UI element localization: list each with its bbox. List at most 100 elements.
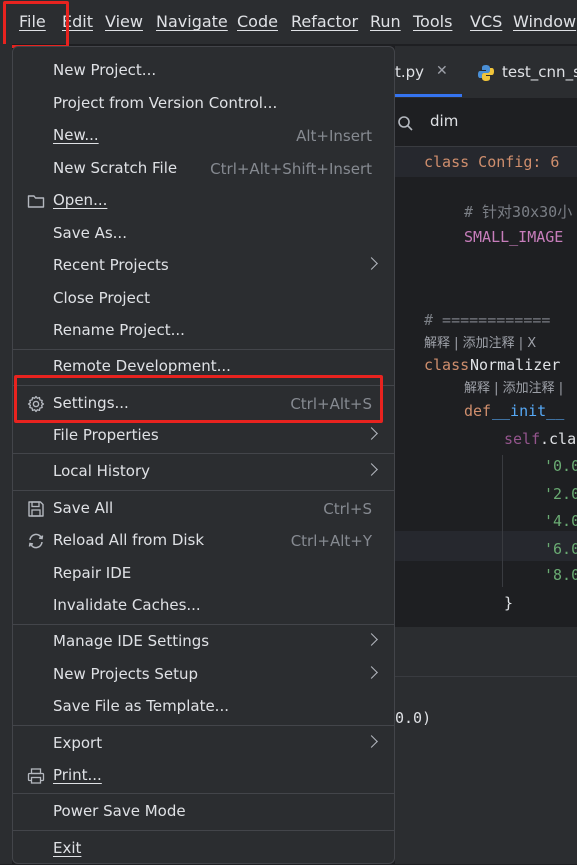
chevron-right-icon [365,463,378,476]
code-separator-comment: # ============ [424,311,551,329]
menu-item-label: Save All [53,499,114,517]
menu-item-label: Invalidate Caches... [53,596,201,614]
editor-tab[interactable]: t.py [395,63,424,81]
menu-refactor[interactable]: Refactor [291,12,358,31]
code-string: '6.0 [544,540,577,558]
code-class-name: Normalizer [470,356,561,374]
menu-item-local-history[interactable]: Local History [13,456,394,488]
menu-item-label: Recent Projects [53,256,169,274]
menu-view[interactable]: View [105,12,143,31]
menu-item-label: New Project... [53,61,157,79]
menu-item-power-save-mode[interactable]: Power Save Mode [13,796,394,828]
ai-hint[interactable]: 解释 | 添加注释 | X [424,332,536,351]
menu-item-label: Power Save Mode [53,802,186,820]
menu-separator [13,793,394,794]
menu-item-reload-from-disk[interactable]: Reload All from Disk Ctrl+Alt+Y [13,525,394,557]
code-keyword: class [424,356,470,374]
menu-item-from-vcs[interactable]: Project from Version Control... [13,88,394,120]
save-icon [28,501,44,517]
code-keyword: def [464,402,492,420]
menu-vcs[interactable]: VCS [470,12,502,31]
menu-item-close-project[interactable]: Close Project [13,283,394,315]
menu-item-exit[interactable]: Exit [13,833,394,865]
code-string: '0.0 [544,457,577,475]
menu-item-label: Open... [53,191,108,209]
code-function-name: __init__ [492,402,565,420]
menu-item-label: Repair IDE [53,564,132,582]
menu-item-label: Rename Project... [53,321,185,339]
menu-tools[interactable]: Tools [413,12,452,31]
menu-item-label: Print... [53,766,102,784]
menu-item-label: Close Project [53,289,150,307]
menu-item-label: File Properties [53,426,159,444]
ai-hint[interactable]: 解释 | 添加注释 | [464,377,563,396]
menu-code[interactable]: Code [237,12,278,31]
settings-highlight [14,375,383,423]
editor-tab[interactable]: test_cnn_s [502,63,577,81]
shortcut-label: Ctrl+S [323,500,372,518]
chevron-right-icon [365,735,378,748]
menu-item-label: Save As... [53,224,127,242]
menu-item-label: Remote Development... [53,357,231,375]
menu-separator [13,453,394,454]
menu-item-new-project[interactable]: New Project... [13,55,394,87]
code-comment: # 针对30x30小 [464,203,573,221]
menu-item-open[interactable]: Open... [13,185,394,217]
menu-item-save-as[interactable]: Save As... [13,218,394,250]
code-attr: .cla [540,430,577,448]
console-output: 0.0) [395,709,432,727]
menu-item-invalidate-caches[interactable]: Invalidate Caches... [13,590,394,622]
menu-item-label: Exit [53,839,82,857]
chevron-right-icon [365,427,378,440]
menu-item-label: Reload All from Disk [53,531,205,549]
panel-divider [395,676,577,677]
menu-item-rename-project[interactable]: Rename Project... [13,315,394,347]
menu-item-label: Save File as Template... [53,697,229,715]
menu-item-print[interactable]: Print... [13,760,394,792]
menu-item-recent-projects[interactable]: Recent Projects [13,250,394,282]
folder-icon [27,195,45,208]
sticky-code: class Config: 6 [424,153,560,171]
close-tab-icon[interactable]: ✕ [436,63,448,79]
menu-item-label: Export [53,734,103,752]
shortcut-label: Ctrl+Alt+Y [290,532,372,550]
shortcut-label: Alt+Insert [296,127,372,145]
bottom-tool-panel: 0.0) [395,627,577,864]
editor-tab-strip: t.py ✕ test_cnn_s [395,46,577,98]
menu-item-new-scratch[interactable]: New Scratch File Ctrl+Alt+Shift+Insert [13,153,394,185]
code-string: '4.0 [544,512,577,530]
menu-item-new[interactable]: New... Alt+Insert [13,120,394,152]
code-string: '8.0 [544,566,577,584]
main-menu-bar: File Edit View Navigate Code Refactor Ru… [0,0,577,45]
menu-navigate[interactable]: Navigate [156,12,228,31]
search-input[interactable]: dim [430,112,458,130]
code-string: '2.0 [544,485,577,503]
menu-item-label: Local History [53,462,151,480]
search-row: dim [395,98,577,147]
search-icon[interactable] [397,115,413,131]
menu-item-label: New... [53,126,99,144]
left-tool-strip [0,44,12,864]
chevron-right-icon [365,633,378,646]
menu-item-export[interactable]: Export [13,728,394,760]
menu-run[interactable]: Run [370,12,401,31]
printer-icon [27,768,45,784]
menu-item-new-projects-setup[interactable]: New Projects Setup [13,659,394,691]
code-constant: SMALL_IMAGE [464,228,564,246]
menu-separator [13,490,394,491]
menu-item-repair-ide[interactable]: Repair IDE [13,558,394,590]
menu-item-file-properties[interactable]: File Properties [13,420,394,452]
menu-separator [13,349,394,350]
menu-item-save-as-template[interactable]: Save File as Template... [13,691,394,723]
menu-item-save-all[interactable]: Save All Ctrl+S [13,493,394,525]
file-menu-dropdown: New Project... Project from Version Cont… [12,46,395,864]
chevron-right-icon [365,666,378,679]
menu-separator [13,725,394,726]
menu-separator [13,830,394,831]
code-brace: } [504,594,514,612]
menu-separator [13,624,394,625]
menu-item-label: Project from Version Control... [53,94,278,112]
menu-window[interactable]: Window [513,12,576,31]
reload-icon [28,533,44,549]
menu-item-manage-ide-settings[interactable]: Manage IDE Settings [13,626,394,658]
